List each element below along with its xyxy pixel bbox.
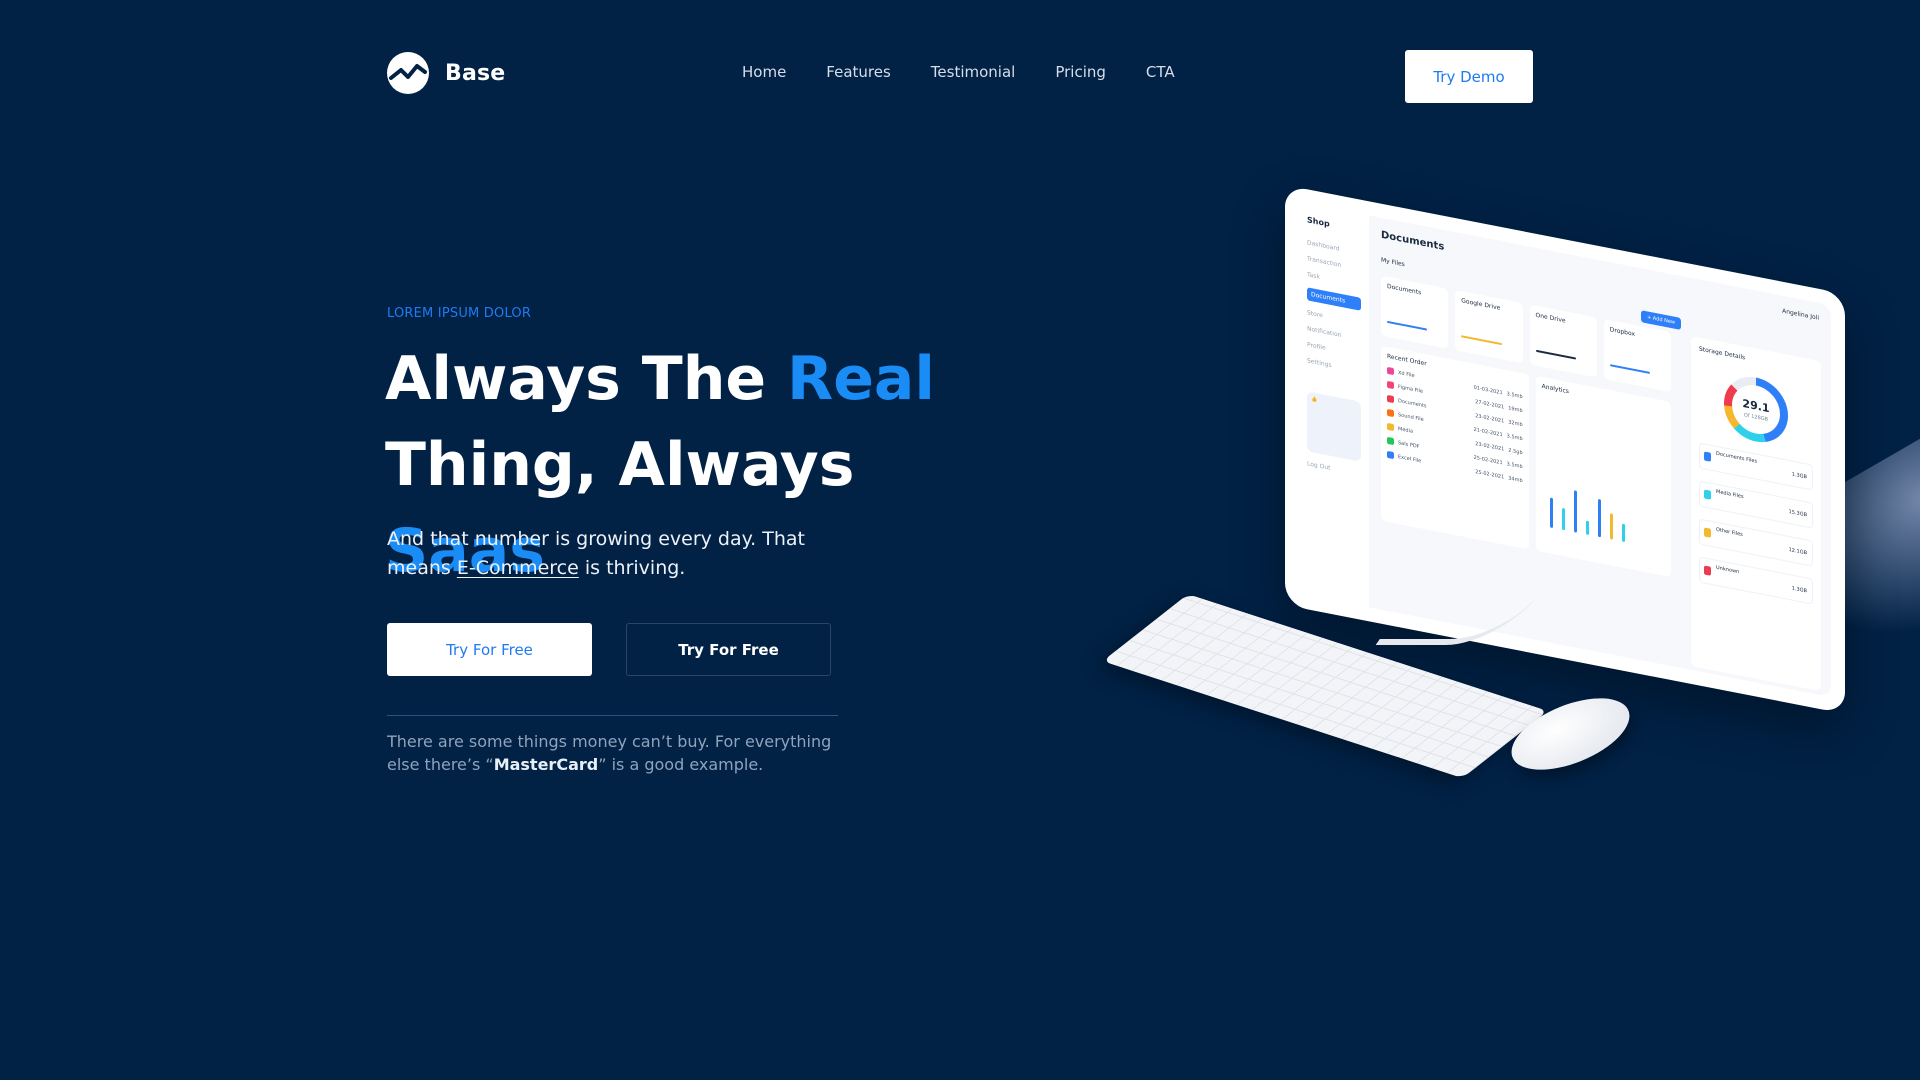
candle — [1573, 490, 1577, 533]
headline-line1-accent: Real — [787, 344, 935, 414]
order-name: Sals PDF — [1398, 439, 1420, 450]
order-date: 01-03-2021 — [1473, 384, 1503, 396]
try-for-free-secondary-button[interactable]: Try For Free — [626, 623, 831, 676]
nav-cta[interactable]: CTA — [1146, 63, 1175, 81]
ecommerce-link[interactable]: E-Commerce — [457, 557, 579, 579]
card-label: Google Drive — [1461, 297, 1501, 312]
quote-after: ” is a good example. — [598, 755, 764, 774]
order-date: 21-02-2021 — [1473, 426, 1503, 438]
dashboard-sidebar: Shop Dashboard Transaction Task Document… — [1299, 201, 1369, 608]
order-size: 19mb — [1508, 404, 1523, 414]
try-demo-button[interactable]: Try Demo — [1405, 50, 1533, 103]
nav-testimonial[interactable]: Testimonial — [931, 63, 1016, 81]
hero-divider — [387, 715, 838, 716]
order-name: Documents — [1398, 397, 1427, 410]
file-size: 1.3GB — [1791, 471, 1807, 481]
file-size: 15.3GB — [1788, 508, 1807, 519]
card-label: Dropbox — [1609, 326, 1636, 339]
order-name: Media — [1398, 425, 1414, 435]
candle — [1597, 498, 1601, 538]
storage-donut: 29.1 Of 128GB — [1724, 371, 1788, 448]
dashboard-monitor-mockup: Shop Dashboard Transaction Task Document… — [1285, 185, 1845, 714]
file-name: Documents Files — [1716, 450, 1758, 465]
order-size: 3.5mb — [1506, 432, 1523, 442]
order-size: 2.5gb — [1508, 446, 1523, 456]
nav-pricing[interactable]: Pricing — [1055, 63, 1106, 81]
sidebar-item-profile: Profile — [1307, 341, 1326, 352]
dashboard-screen: Shop Dashboard Transaction Task Document… — [1299, 201, 1831, 698]
dashboard-brand: Shop — [1307, 215, 1330, 229]
order-size: 32mb — [1508, 418, 1523, 428]
sidebar-promo-card: 👍 — [1307, 391, 1361, 462]
card-label: Documents — [1387, 282, 1422, 297]
order-size: 34mb — [1508, 474, 1523, 484]
sidebar-item-notification: Notification — [1307, 325, 1342, 339]
try-for-free-primary-button[interactable]: Try For Free — [387, 623, 592, 676]
candle — [1561, 507, 1565, 531]
order-date: 27-02-2021 — [1475, 398, 1505, 411]
order-name: Sound File — [1398, 411, 1424, 423]
main-nav: Home Features Testimonial Pricing CTA — [742, 63, 1175, 81]
quote-brand: MasterCard — [493, 755, 599, 774]
candle — [1621, 523, 1625, 543]
headline-line1-prefix: Always The — [385, 344, 788, 414]
card-google-drive: Google Drive — [1455, 290, 1523, 364]
sidebar-item-task: Task — [1307, 271, 1320, 281]
sidebar-item-transaction: Transaction — [1307, 255, 1342, 269]
sidebar-item-dashboard: Dashboard — [1307, 239, 1340, 253]
nav-home[interactable]: Home — [742, 63, 786, 81]
list-item: Unknown 1.3GB — [1699, 556, 1813, 605]
card-label: One Drive — [1535, 311, 1566, 325]
headline-line2-prefix: Thing, Always — [385, 430, 855, 500]
nav-features[interactable]: Features — [826, 63, 891, 81]
order-name: Excel File — [1398, 453, 1422, 464]
hero-lead: And that number is growing every day. Th… — [387, 525, 847, 583]
card-one-drive: One Drive — [1529, 304, 1597, 378]
brand-logo[interactable]: Base — [387, 52, 505, 94]
brand-name: Base — [445, 60, 506, 86]
storage-details-panel: Storage Details 29.1 Of 128GB Documents … — [1691, 335, 1821, 692]
file-name: Unknown — [1716, 564, 1740, 576]
sidebar-item-settings: Settings — [1307, 357, 1332, 370]
sidebar-item-store: Store — [1307, 309, 1323, 320]
card-dropbox: Dropbox — [1603, 318, 1671, 393]
lead-text-after: is thriving. — [578, 557, 686, 579]
hero-eyebrow: LOREM IPSUM DOLOR — [387, 306, 532, 321]
file-size: 1.3GB — [1791, 585, 1807, 595]
analytics-panel: Analytics — [1535, 375, 1671, 578]
file-name: Media Files — [1716, 488, 1744, 501]
order-size: 3.5mb — [1506, 390, 1523, 400]
order-date: 25-02-2021 — [1473, 454, 1503, 466]
analytics-title: Analytics — [1541, 382, 1569, 396]
file-name: Other Files — [1716, 526, 1743, 538]
order-date: 23-02-2021 — [1475, 440, 1505, 453]
order-name: Figma File — [1398, 383, 1423, 395]
order-date: 23-02-2021 — [1475, 412, 1505, 425]
candle — [1609, 513, 1613, 540]
file-size: 12.1GB — [1788, 546, 1807, 557]
analytics-candles — [1549, 437, 1663, 549]
storage-title: Storage Details — [1699, 345, 1746, 362]
card-documents: Documents — [1381, 275, 1449, 349]
mouse-image — [1501, 683, 1640, 785]
candle — [1585, 520, 1589, 536]
sidebar-item-documents: Documents — [1307, 287, 1361, 311]
hero-quote: There are some things money can’t buy. F… — [387, 730, 857, 776]
candle — [1549, 497, 1553, 529]
recent-order-panel: Recent Order Xd File 01-03-2021 3.5mb Figm… — [1381, 345, 1529, 550]
order-date: 25-02-2021 — [1475, 468, 1505, 481]
order-name: Xd File — [1398, 369, 1415, 379]
sidebar-logout: Log Out — [1307, 460, 1331, 472]
order-size: 3.5mb — [1506, 460, 1523, 470]
base-logo-icon — [387, 52, 429, 94]
